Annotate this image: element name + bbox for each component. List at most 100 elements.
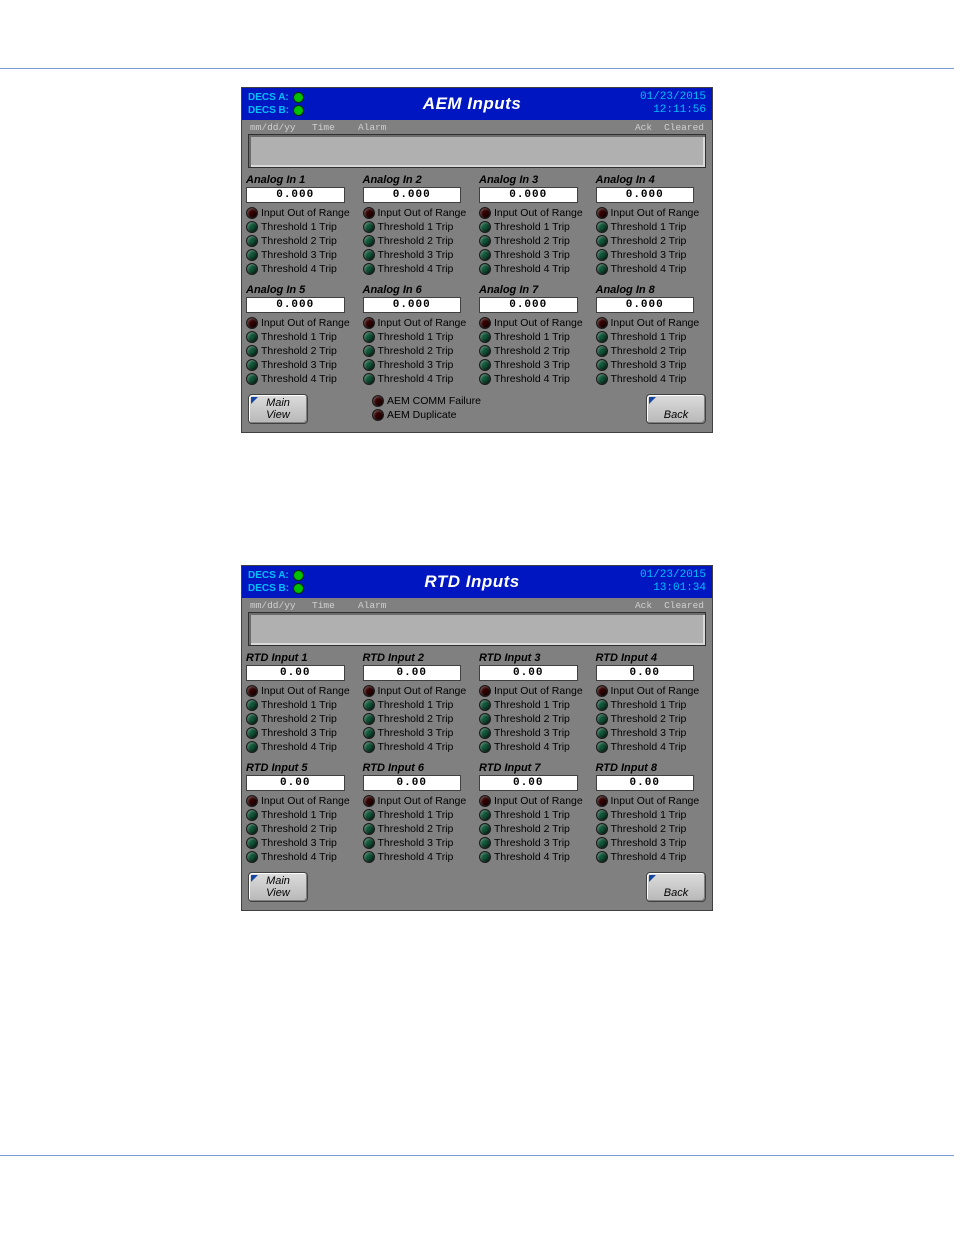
status-row: Threshold 4 Trip <box>363 372 476 386</box>
status-led-icon <box>479 851 491 863</box>
status-row: Threshold 1 Trip <box>479 330 592 344</box>
status-led-icon <box>596 235 608 247</box>
status-row: Threshold 3 Trip <box>479 726 592 740</box>
status-row: Threshold 3 Trip <box>596 358 709 372</box>
status-led-icon <box>246 359 258 371</box>
bottom-rule <box>0 1155 954 1156</box>
channel-title: RTD Input 7 <box>479 762 592 774</box>
status-led-icon <box>363 331 375 343</box>
main-view-button[interactable]: MainView <box>248 872 308 902</box>
channel-cell: RTD Input 40.00Input Out of RangeThresho… <box>596 652 709 754</box>
status-label: Threshold 1 Trip <box>378 330 454 344</box>
channel-title: Analog In 3 <box>479 174 592 186</box>
corner-icon <box>251 875 258 882</box>
decs-a-label: DECS A: <box>248 91 289 104</box>
status-row: Threshold 1 Trip <box>363 808 476 822</box>
status-led-icon <box>596 359 608 371</box>
status-row: Threshold 2 Trip <box>596 234 709 248</box>
status-row: Input Out of Range <box>246 316 359 330</box>
status-label: Threshold 3 Trip <box>261 358 337 372</box>
panel-header: DECS A: DECS B: RTD Inputs 01/23/2015 13… <box>242 566 712 598</box>
status-led-icon <box>363 345 375 357</box>
alarm-col-time: Time <box>312 600 358 611</box>
main-view-button[interactable]: MainView <box>248 394 308 424</box>
status-led-icon <box>363 699 375 711</box>
status-row: Threshold 2 Trip <box>363 344 476 358</box>
channel-value: 0.000 <box>596 297 695 313</box>
status-led-icon <box>479 795 491 807</box>
alarm-listbox[interactable] <box>248 612 706 646</box>
channel-value: 0.000 <box>363 187 462 203</box>
aem-inputs-panel: DECS A: DECS B: AEM Inputs 01/23/2015 12… <box>241 87 713 433</box>
status-row: Threshold 4 Trip <box>596 740 709 754</box>
channel-value: 0.00 <box>479 665 578 681</box>
decs-b-label: DECS B: <box>248 104 289 117</box>
channel-value: 0.000 <box>363 297 462 313</box>
status-row: Threshold 3 Trip <box>596 836 709 850</box>
decs-a-label: DECS A: <box>248 569 289 582</box>
channel-value: 0.000 <box>246 187 345 203</box>
back-button[interactable]: Back <box>646 872 706 902</box>
status-led-icon <box>363 809 375 821</box>
status-led-icon <box>596 727 608 739</box>
status-led-icon <box>246 207 258 219</box>
channel-cell: RTD Input 50.00Input Out of RangeThresho… <box>246 762 359 864</box>
status-label: Threshold 1 Trip <box>261 808 337 822</box>
status-led-icon <box>246 823 258 835</box>
status-row: Threshold 4 Trip <box>363 740 476 754</box>
status-label: Threshold 3 Trip <box>611 248 687 262</box>
status-label: Threshold 4 Trip <box>378 372 454 386</box>
alarm-header: mm/dd/yy Time Alarm Ack Cleared <box>242 120 712 134</box>
channel-value: 0.000 <box>479 187 578 203</box>
status-led-icon <box>363 221 375 233</box>
channel-title: RTD Input 2 <box>363 652 476 664</box>
status-led-icon <box>479 373 491 385</box>
alarm-col-date: mm/dd/yy <box>250 122 312 133</box>
channel-value: 0.000 <box>596 187 695 203</box>
status-row: Threshold 1 Trip <box>596 330 709 344</box>
status-label: Threshold 1 Trip <box>494 698 570 712</box>
status-led-icon <box>246 837 258 849</box>
status-row: Threshold 3 Trip <box>246 248 359 262</box>
status-row: Threshold 3 Trip <box>246 726 359 740</box>
status-led-icon <box>479 359 491 371</box>
status-led-icon <box>363 741 375 753</box>
status-label: Threshold 3 Trip <box>261 248 337 262</box>
status-row: Threshold 4 Trip <box>363 262 476 276</box>
status-row: Threshold 3 Trip <box>363 726 476 740</box>
rtd-inputs-panel: DECS A: DECS B: RTD Inputs 01/23/2015 13… <box>241 565 713 911</box>
panel-datetime: 01/23/2015 13:01:34 <box>640 569 712 595</box>
status-row: Threshold 1 Trip <box>596 808 709 822</box>
channel-value: 0.00 <box>596 665 695 681</box>
status-label: AEM COMM Failure <box>387 394 481 408</box>
status-led-icon <box>479 713 491 725</box>
status-led-icon <box>596 795 608 807</box>
status-row: Threshold 4 Trip <box>363 850 476 864</box>
channel-cell: Analog In 70.000Input Out of RangeThresh… <box>479 284 592 386</box>
back-button[interactable]: Back <box>646 394 706 424</box>
btn-main-l2: View <box>266 887 290 899</box>
status-row: AEM COMM Failure <box>372 394 646 408</box>
alarm-listbox[interactable] <box>248 134 706 168</box>
status-led-icon <box>596 221 608 233</box>
status-row: Threshold 1 Trip <box>246 698 359 712</box>
status-led-icon <box>479 345 491 357</box>
status-led-icon <box>596 699 608 711</box>
channel-title: RTD Input 5 <box>246 762 359 774</box>
status-label: Threshold 2 Trip <box>261 234 337 248</box>
status-led-icon <box>246 249 258 261</box>
decs-status: DECS A: DECS B: <box>242 569 310 595</box>
status-row: Threshold 2 Trip <box>363 822 476 836</box>
status-label: Threshold 1 Trip <box>261 220 337 234</box>
status-row: Input Out of Range <box>479 794 592 808</box>
status-row: Input Out of Range <box>479 684 592 698</box>
channel-title: RTD Input 1 <box>246 652 359 664</box>
status-led-icon <box>372 395 384 407</box>
btn-main-l1: Main <box>266 397 290 409</box>
status-label: Input Out of Range <box>494 684 583 698</box>
alarm-col-cleared: Cleared <box>652 600 704 611</box>
status-row: Threshold 2 Trip <box>479 822 592 836</box>
status-label: Threshold 1 Trip <box>261 698 337 712</box>
status-label: Threshold 4 Trip <box>378 850 454 864</box>
channel-cell: RTD Input 70.00Input Out of RangeThresho… <box>479 762 592 864</box>
